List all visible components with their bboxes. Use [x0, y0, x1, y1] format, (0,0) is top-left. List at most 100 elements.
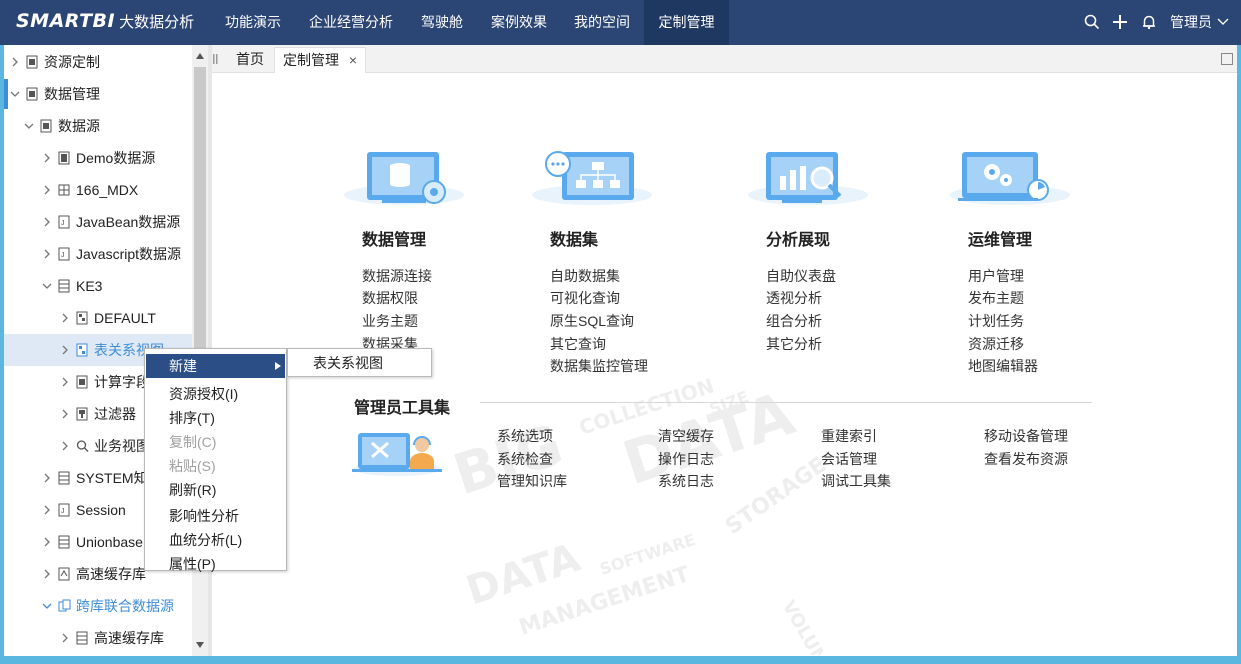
user-menu-label[interactable]: 管理员 [1170, 0, 1212, 45]
tree-node-label: 高速缓存库 [76, 566, 146, 582]
link-user-management[interactable]: 用户管理 [968, 266, 1024, 286]
nav-item-cockpit[interactable]: 驾驶舱 [408, 0, 476, 45]
tree-node-javascript-datasource[interactable]: J Javascript数据源 [4, 238, 194, 270]
close-icon[interactable]: × [349, 52, 357, 68]
chevron-right-icon[interactable] [10, 57, 20, 67]
chevron-right-icon[interactable] [42, 473, 52, 483]
link-resource-migration[interactable]: 资源迁移 [968, 334, 1024, 354]
link-other-queries[interactable]: 其它查询 [550, 334, 606, 354]
tab-custom-management[interactable]: 定制管理 × [274, 47, 367, 73]
tree-node-demo-datasource[interactable]: Demo数据源 [4, 142, 194, 174]
nav-item-function-demo[interactable]: 功能演示 [212, 0, 294, 45]
maximize-icon[interactable] [1221, 53, 1233, 65]
chevron-right-icon[interactable] [60, 345, 70, 355]
new-submenu: 表关系视图 [287, 348, 432, 377]
link-pivot-analysis[interactable]: 透视分析 [766, 288, 822, 308]
link-session-management[interactable]: 会话管理 [821, 449, 877, 469]
tree-node-ke3[interactable]: KE3 [4, 270, 194, 302]
logo-subtitle: 大数据分析 [119, 14, 195, 31]
chevron-right-icon[interactable] [42, 153, 52, 163]
chevron-right-icon[interactable] [60, 313, 70, 323]
link-native-sql-query[interactable]: 原生SQL查询 [550, 311, 634, 331]
scroll-down-icon[interactable] [195, 640, 205, 650]
link-datasource-connection[interactable]: 数据源连接 [362, 266, 432, 286]
chevron-right-icon[interactable] [60, 409, 70, 419]
tree-node-label: 过滤器 [94, 406, 136, 422]
submenu-item-table-relation-view[interactable]: 表关系视图 [289, 351, 428, 375]
chevron-right-icon[interactable] [60, 633, 70, 643]
link-system-options[interactable]: 系统选项 [497, 426, 553, 446]
tree-node-datasource[interactable]: 数据源 [4, 110, 194, 142]
chevron-right-icon[interactable] [42, 505, 52, 515]
link-data-permissions[interactable]: 数据权限 [362, 288, 418, 308]
scroll-up-icon[interactable] [195, 51, 205, 61]
tree-node-resource-custom[interactable]: 资源定制 [4, 46, 194, 78]
link-system-log[interactable]: 系统日志 [658, 471, 714, 491]
chevron-down-icon[interactable] [42, 281, 52, 291]
scrollbar-thumb[interactable] [194, 67, 206, 367]
chevron-right-icon[interactable] [60, 441, 70, 451]
nav-item-business-analysis[interactable]: 企业经营分析 [296, 0, 406, 45]
link-self-service-dataset[interactable]: 自助数据集 [550, 266, 620, 286]
link-visual-query[interactable]: 可视化查询 [550, 288, 620, 308]
link-self-service-dashboard[interactable]: 自助仪表盘 [766, 266, 836, 286]
link-business-themes[interactable]: 业务主题 [362, 311, 418, 331]
tree-node-label: Session [76, 502, 126, 518]
menu-item-sort[interactable]: 排序(T) [146, 406, 285, 430]
link-dataset-monitoring[interactable]: 数据集监控管理 [550, 356, 648, 376]
tree-node-default[interactable]: DEFAULT [4, 302, 194, 334]
link-rebuild-index[interactable]: 重建索引 [821, 426, 877, 446]
chevron-down-icon[interactable] [42, 601, 52, 611]
link-debug-toolset[interactable]: 调试工具集 [821, 471, 891, 491]
big-data-watermark: BIG DATA DATA MANAGEMENT COLLECTION STOR… [446, 375, 838, 655]
tree-node-label: 数据源 [58, 118, 100, 134]
link-system-check[interactable]: 系统检查 [497, 449, 553, 469]
chevron-right-icon[interactable] [42, 185, 52, 195]
chevron-down-icon[interactable] [24, 121, 34, 131]
menu-item-resource-authorization[interactable]: 资源授权(I) [146, 382, 285, 406]
link-operation-log[interactable]: 操作日志 [658, 449, 714, 469]
tree-node-166-mdx[interactable]: 166_MDX [4, 174, 194, 206]
link-scheduled-tasks[interactable]: 计划任务 [968, 311, 1024, 331]
bell-icon[interactable] [1140, 13, 1158, 31]
link-knowledge-base-management[interactable]: 管理知识库 [497, 471, 567, 491]
drag-handle-icon[interactable] [212, 53, 220, 65]
tree-node-javabean-datasource[interactable]: J JavaBean数据源 [4, 206, 194, 238]
nav-item-custom-management[interactable]: 定制管理 [644, 0, 729, 45]
data-management-illustration-icon [344, 152, 464, 205]
link-clear-cache[interactable]: 清空缓存 [658, 426, 714, 446]
link-other-analysis[interactable]: 其它分析 [766, 334, 822, 354]
tab-home[interactable]: 首页 [228, 47, 272, 73]
tree-node-data-management[interactable]: 数据管理 [4, 78, 194, 110]
link-view-published-resources[interactable]: 查看发布资源 [984, 449, 1068, 469]
link-combined-analysis[interactable]: 组合分析 [766, 311, 822, 331]
nav-item-my-space[interactable]: 我的空间 [562, 0, 642, 45]
link-mobile-device-management[interactable]: 移动设备管理 [984, 426, 1068, 446]
chevron-down-icon[interactable] [10, 89, 20, 99]
menu-item-impact-analysis[interactable]: 影响性分析 [146, 504, 285, 528]
logo[interactable]: SMARTBI 大数据分析 [16, 10, 194, 34]
chevron-right-icon[interactable] [42, 249, 52, 259]
menu-item-refresh[interactable]: 刷新(R) [146, 478, 285, 502]
search-icon[interactable] [1083, 13, 1101, 31]
menu-item-paste[interactable]: 粘贴(S) [146, 454, 285, 478]
menu-item-lineage-analysis[interactable]: 血统分析(L) [146, 528, 285, 552]
tree-node-cross-db-union-datasource[interactable]: 跨库联合数据源 [4, 590, 194, 622]
nav-item-case-studies[interactable]: 案例效果 [478, 0, 560, 45]
cube-icon [58, 184, 70, 196]
plus-icon[interactable] [1111, 13, 1129, 31]
chevron-down-icon[interactable] [1216, 15, 1230, 29]
tree-node-label: 166_MDX [76, 182, 139, 198]
tree-node-cache-store-child[interactable]: 高速缓存库 [4, 622, 194, 654]
chevron-right-icon[interactable] [60, 377, 70, 387]
union-datasource-icon [58, 599, 71, 612]
schema-icon [76, 311, 88, 325]
chevron-right-icon[interactable] [42, 569, 52, 579]
chevron-right-icon[interactable] [42, 217, 52, 227]
link-map-editor[interactable]: 地图编辑器 [968, 356, 1038, 376]
menu-item-copy[interactable]: 复制(C) [146, 430, 285, 454]
menu-item-new[interactable]: 新建 [146, 354, 285, 378]
menu-item-properties[interactable]: 属性(P) [146, 552, 285, 576]
link-publish-theme[interactable]: 发布主题 [968, 288, 1024, 308]
chevron-right-icon[interactable] [42, 537, 52, 547]
